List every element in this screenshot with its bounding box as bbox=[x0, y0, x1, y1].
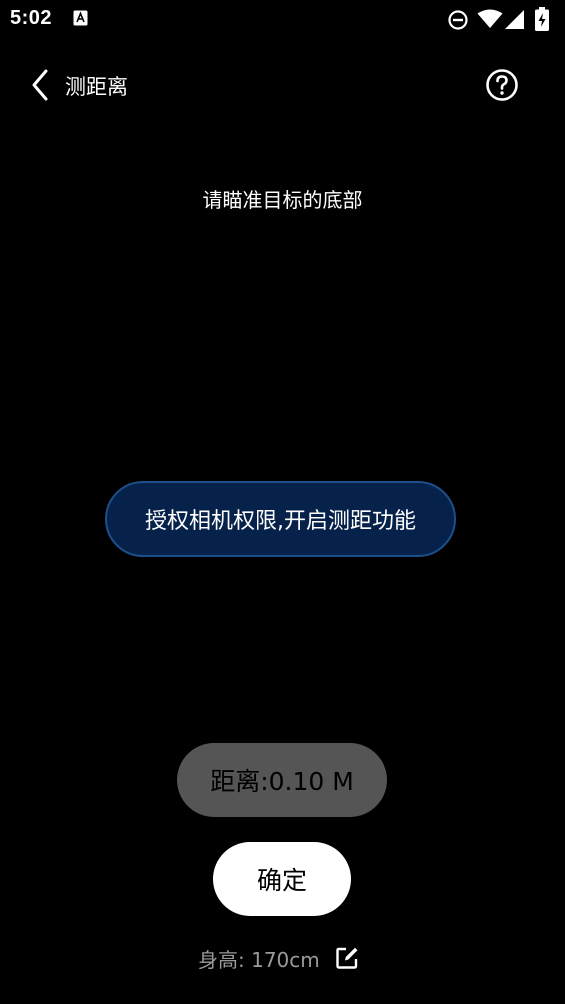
authorize-camera-label: 授权相机权限,开启测距功能 bbox=[145, 509, 416, 534]
page-title: 测距离 bbox=[65, 75, 128, 99]
confirm-label: 确定 bbox=[256, 866, 307, 895]
back-button[interactable] bbox=[24, 65, 60, 105]
battery-charging-icon bbox=[535, 7, 549, 31]
height-row: 身高: 170cm bbox=[198, 943, 360, 973]
instruction-text: 请瞄准目标的底部 bbox=[202, 188, 363, 212]
toolbar: 测距离 bbox=[0, 55, 565, 115]
a-letter-icon bbox=[73, 10, 88, 26]
status-bar: 5:02 bbox=[0, 0, 565, 38]
status-time: 5:02 bbox=[10, 7, 53, 29]
distance-readout: 距离:0.10 M bbox=[177, 743, 387, 817]
distance-label: 距离:0.10 M bbox=[210, 767, 354, 796]
help-circle-icon bbox=[486, 69, 518, 101]
edit-icon[interactable] bbox=[334, 945, 360, 971]
signal-icon bbox=[505, 10, 524, 29]
chevron-left-icon bbox=[32, 69, 48, 101]
do-not-disturb-icon bbox=[448, 10, 468, 30]
authorize-camera-button[interactable]: 授权相机权限,开启测距功能 bbox=[105, 481, 456, 557]
help-button[interactable] bbox=[484, 67, 520, 103]
wifi-icon bbox=[477, 9, 503, 28]
height-label: 身高: 170cm bbox=[198, 947, 320, 972]
confirm-button[interactable]: 确定 bbox=[213, 842, 351, 916]
